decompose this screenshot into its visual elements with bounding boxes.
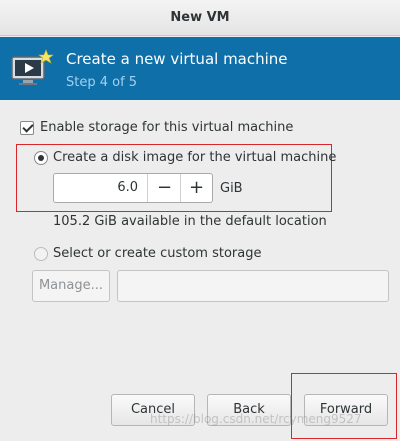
custom-storage-path-field[interactable] — [117, 270, 389, 302]
create-disk-radio[interactable] — [34, 151, 48, 165]
highlight-box-forward — [291, 373, 397, 439]
enable-storage-label[interactable]: Enable storage for this virtual machine — [40, 120, 293, 135]
create-disk-label[interactable]: Create a disk image for the virtual mach… — [53, 150, 336, 165]
disk-size-value[interactable]: 6.0 — [54, 174, 146, 202]
disk-size-spinbutton[interactable]: 6.0 − + — [53, 173, 213, 203]
increase-size-button[interactable]: + — [181, 174, 212, 202]
banner-step: Step 4 of 5 — [66, 75, 138, 90]
window-titlebar: New VM — [0, 0, 400, 36]
size-unit-label: GiB — [220, 181, 243, 196]
available-space-text: 105.2 GiB available in the default locat… — [53, 214, 327, 229]
enable-storage-checkbox[interactable] — [20, 121, 34, 135]
header-banner: Create a new virtual machine Step 4 of 5 — [0, 37, 400, 100]
custom-storage-label[interactable]: Select or create custom storage — [53, 246, 261, 261]
custom-storage-radio[interactable] — [34, 247, 48, 261]
watermark-text: https://blog.csdn.net/rcymeng9527 — [150, 412, 362, 426]
monitor-play-icon — [11, 49, 54, 85]
decrease-size-button[interactable]: − — [148, 174, 181, 202]
window-title: New VM — [170, 10, 230, 25]
manage-button[interactable]: Manage... — [32, 270, 110, 302]
banner-title: Create a new virtual machine — [66, 50, 288, 68]
